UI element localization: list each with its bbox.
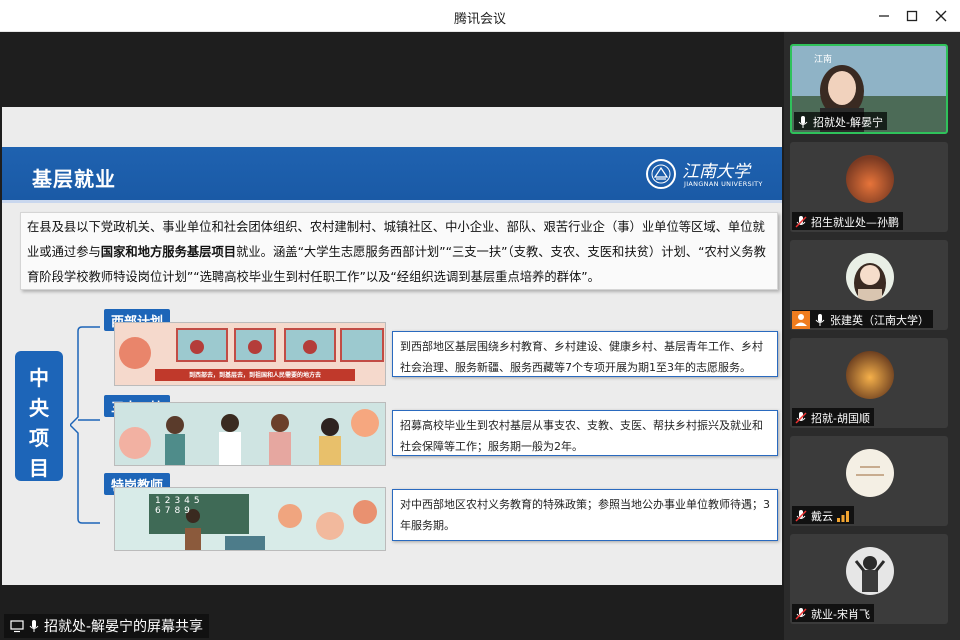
participant-name-bar: 招就-胡国顺 [792,408,874,426]
screen-share-icon [10,620,24,633]
participant-tile[interactable]: 招生就业处—孙鹏 [790,142,948,232]
avatar [846,449,894,497]
intro-bold-text: 国家和地方服务基层项目 [100,245,237,259]
participant-name: 张建英（江南大学） [830,313,929,327]
avatar [846,547,894,595]
center-project-label: 中央项目 [15,351,63,481]
project-image-sanzhi [114,402,386,466]
svg-text:江南: 江南 [814,53,832,65]
shared-screen[interactable]: 基层就业 江南大学 JIANGNAN UNIVERSITY 在县及县以下党政机关… [0,32,784,640]
title-bar: 腾讯会议 [0,0,960,32]
project-image-tegang: 12345 6789 [114,487,386,551]
participant-name-bar: 张建英（江南大学） [792,310,933,329]
participant-name-bar: 招生就业处—孙鹏 [792,212,903,230]
project-image-xibu: 到西部去，到基层去，到祖国和人民需要的地方去 [114,322,386,386]
participant-name: 戴云 [811,509,833,523]
participant-name: 招生就业处—孙鹏 [811,215,899,229]
participant-name: 就业-宋肖飞 [811,607,870,621]
screen-share-label: 招就处-解晏宁的屏幕共享 [4,614,210,638]
participant-tile[interactable]: 张建英（江南大学） [790,240,948,330]
mic-muted-icon [795,411,807,424]
logo-cn-text: 江南大学 [682,162,750,182]
close-icon[interactable] [931,6,951,26]
participant-name: 招就-胡国顺 [811,411,870,425]
maximize-icon[interactable] [902,6,922,26]
participant-tile[interactable]: 戴云 [790,436,948,526]
mic-muted-icon [795,215,807,228]
slide-title: 基层就业 [32,167,116,191]
intro-text-box: 在县及县以下党政机关、事业单位和社会团体组织、农村建制村、城镇社区、中小企业、部… [20,212,778,290]
participant-name: 招就处-解晏宁 [813,115,883,129]
participant-tile[interactable]: 就业-宋肖飞 [790,534,948,624]
host-icon [792,310,810,329]
signal-strength-icon [837,510,849,522]
center-label-text: 中央项目 [29,366,49,480]
minimize-icon[interactable] [874,6,894,26]
chalkboard-numbers: 12345 6789 [155,496,204,516]
xibu-banner-text: 到西部去，到基层去，到祖国和人民需要的地方去 [188,372,321,379]
participant-name-bar: 招就处-解晏宁 [794,112,887,130]
presentation-slide: 基层就业 江南大学 JIANGNAN UNIVERSITY 在县及县以下党政机关… [2,107,782,585]
avatar [846,253,894,301]
university-logo: 江南大学 JIANGNAN UNIVERSITY [646,157,766,191]
avatar [846,351,894,399]
mic-muted-icon [795,509,807,522]
university-seal-icon [646,159,676,189]
mic-muted-icon [795,607,807,620]
project-desc-xibu: 到西部地区基层围绕乡村教育、乡村建设、健康乡村、基层青年工作、乡村社会治理、服务… [392,331,778,377]
mic-icon [29,620,39,632]
screen-share-label-text: 招就处-解晏宁的屏幕共享 [44,619,204,635]
participant-name-bar: 戴云 [792,506,854,524]
mic-icon [798,115,808,128]
project-desc-sanzhi: 招募高校毕业生到农村基层从事支农、支教、支医、帮扶乡村振兴及就业和社会保障等工作… [392,410,778,456]
mic-icon [815,313,825,326]
logo-en-text: JIANGNAN UNIVERSITY [684,180,763,188]
slide-header: 基层就业 江南大学 JIANGNAN UNIVERSITY [2,147,782,203]
participant-sidebar: 江南 招就处-解晏宁 招生就业处—孙鹏 张建英（江南大学） 招就-胡国顺 戴云 … [784,32,960,640]
participant-name-bar: 就业-宋肖飞 [792,604,874,622]
avatar [846,155,894,203]
participant-tile[interactable]: 招就-胡国顺 [790,338,948,428]
project-desc-tegang: 对中西部地区农村义务教育的特殊政策；参照当地公办事业单位教师待遇；3年服务期。 [392,489,778,541]
bracket-connector [70,326,100,524]
participant-tile[interactable]: 江南 招就处-解晏宁 [790,44,948,134]
window-title: 腾讯会议 [453,12,506,27]
